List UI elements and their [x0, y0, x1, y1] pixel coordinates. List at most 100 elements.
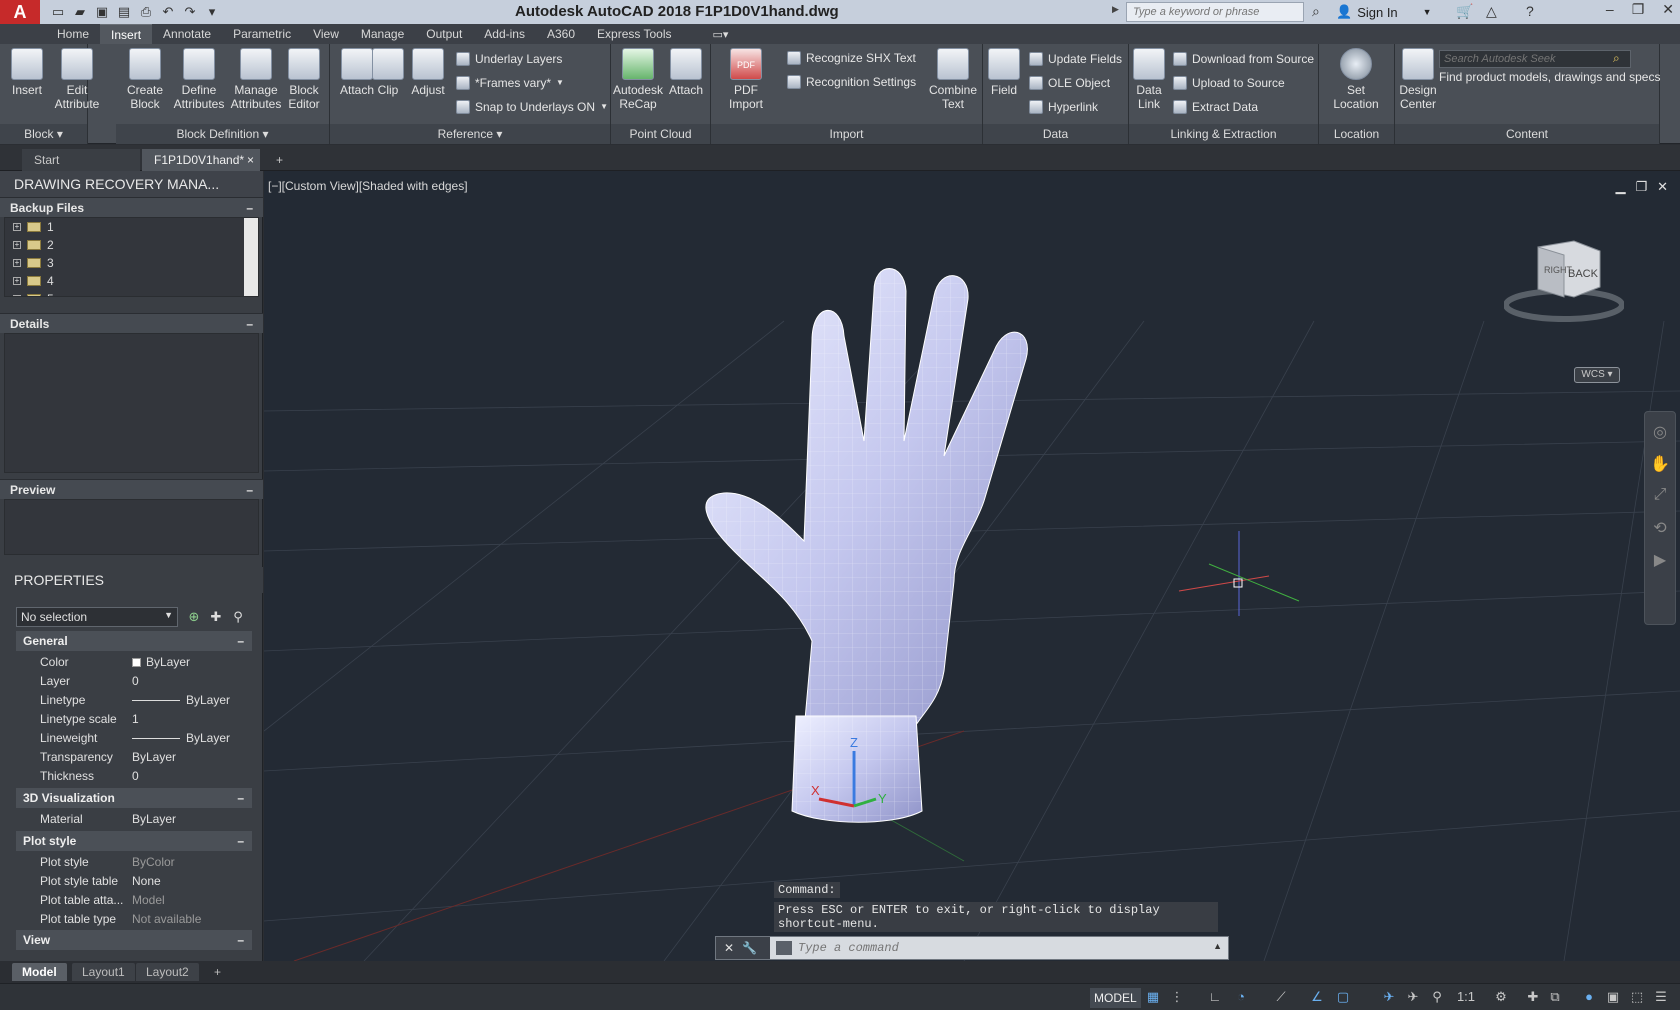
new-tab-button[interactable]: + — [270, 149, 294, 171]
model-space-toggle[interactable]: MODEL — [1090, 988, 1141, 1008]
tree-scrollbar[interactable] — [244, 218, 258, 296]
property-row-thickness[interactable]: Thickness 0 — [16, 767, 252, 786]
panel-title-location[interactable]: Location — [1319, 124, 1394, 144]
units-icon[interactable]: ⧉ — [1546, 989, 1564, 1007]
open-icon[interactable]: ▰ — [72, 4, 88, 20]
viewport-controls-label[interactable]: [−][Custom View][Shaded with edges] — [268, 179, 468, 193]
expand-icon[interactable]: + — [13, 277, 21, 285]
polar-tracking-icon[interactable]: ◔ — [1232, 989, 1250, 1007]
workspace-gear-icon[interactable]: ⚙ — [1492, 989, 1510, 1007]
details-header[interactable]: Details – — [0, 313, 263, 333]
selection-dropdown[interactable]: No selection ▼ — [16, 607, 178, 627]
zoom-extents-icon[interactable]: ⤢ — [1649, 486, 1671, 508]
binoculars-icon[interactable]: ⌕ — [1312, 3, 1320, 20]
clip-button[interactable]: Clip — [368, 48, 408, 97]
backup-file-item[interactable]: +5 — [5, 290, 258, 296]
annotation-scale-icon[interactable]: ⚲ — [1428, 989, 1446, 1007]
create-block-button[interactable]: Create Block — [118, 48, 172, 111]
auto-scale-icon[interactable]: ✈ — [1404, 989, 1422, 1007]
expand-icon[interactable]: + — [13, 241, 21, 249]
tab-drawing[interactable]: F1P1D0V1hand* × — [142, 149, 260, 171]
adjust-button[interactable]: Adjust — [406, 48, 450, 97]
viewcube[interactable]: RIGHT BACK — [1504, 240, 1624, 322]
set-location-button[interactable]: Set Location — [1329, 48, 1383, 111]
redo-icon[interactable]: ↷ — [182, 4, 198, 20]
collapse-icon[interactable]: – — [237, 930, 244, 950]
steering-wheel-icon[interactable]: ◎ — [1649, 422, 1671, 444]
property-row-plot-table-type[interactable]: Plot table type Not available — [16, 910, 252, 929]
new-icon[interactable]: ▭ — [50, 4, 66, 20]
tab-layout2[interactable]: Layout2 — [136, 963, 199, 981]
sign-in-button[interactable]: 👤 Sign In ▼ — [1336, 4, 1432, 20]
quick-select-icon[interactable]: ⚲ — [230, 609, 246, 625]
isodraft-icon[interactable]: ⟋ — [1272, 989, 1290, 1007]
print-icon[interactable]: ⎙ — [138, 4, 154, 20]
close-command-line-icon[interactable]: ✕ — [724, 941, 734, 955]
property-row-layer[interactable]: Layer 0 — [16, 672, 252, 691]
customization-menu-icon[interactable]: ☰ — [1652, 989, 1670, 1007]
customize-wrench-icon[interactable]: 🔧 — [742, 941, 757, 955]
collapse-icon[interactable]: – — [246, 198, 253, 218]
backup-file-item[interactable]: +1 — [5, 218, 258, 236]
upload-to-source-button[interactable]: Upload to Source — [1173, 73, 1285, 93]
extract-data-button[interactable]: Extract Data — [1173, 97, 1258, 117]
edit-attribute-button[interactable]: Edit Attribute — [48, 48, 106, 111]
pan-icon[interactable]: ✋ — [1649, 454, 1671, 476]
insert-button[interactable]: Insert — [0, 48, 54, 97]
underlay-layers-button[interactable]: Underlay Layers — [456, 49, 562, 69]
property-row-plot-style[interactable]: Plot style ByColor — [16, 853, 252, 872]
backup-file-item[interactable]: +3 — [5, 254, 258, 272]
close-tab-icon[interactable]: × — [247, 149, 254, 171]
panel-title-content[interactable]: Content — [1395, 124, 1659, 144]
collapse-icon[interactable]: – — [237, 831, 244, 851]
wcs-menu[interactable]: WCS ▾ — [1574, 367, 1620, 383]
autodesk-recap-button[interactable]: Autodesk ReCap — [611, 48, 665, 111]
snap-mode-icon[interactable]: ⋮ — [1168, 989, 1186, 1007]
download-from-source-button[interactable]: Download from Source — [1173, 49, 1314, 69]
seek-search-icon[interactable]: ⌕ — [1613, 51, 1620, 66]
keyword-search-input[interactable] — [1126, 2, 1304, 22]
data-link-button[interactable]: Data Link — [1129, 48, 1169, 111]
autodesk-seek-search-input[interactable] — [1439, 50, 1631, 68]
panel-title-block[interactable]: Block ▾ — [0, 124, 87, 144]
tab-start[interactable]: Start — [22, 149, 140, 171]
collapse-icon[interactable]: – — [237, 631, 244, 651]
hand-3d-model[interactable] — [705, 268, 1028, 823]
restore-icon[interactable]: ❐ — [1632, 1, 1645, 18]
tab-annotate[interactable]: Annotate — [152, 24, 222, 44]
define-attributes-button[interactable]: Define Attributes — [172, 48, 226, 111]
tab-parametric[interactable]: Parametric — [222, 24, 302, 44]
model-space-canvas[interactable]: Z Y X — [264, 171, 1680, 961]
help-icon[interactable]: ? — [1526, 3, 1534, 19]
search-expand-icon[interactable]: ▶ — [1112, 4, 1122, 15]
showmotion-icon[interactable]: ▶ — [1649, 550, 1671, 572]
viewcube-back-face[interactable]: BACK — [1568, 268, 1599, 280]
panel-title-block-definition[interactable]: Block Definition ▾ — [116, 124, 329, 144]
panel-title-point-cloud[interactable]: Point Cloud — [611, 124, 710, 144]
tab-express-tools[interactable]: Express Tools — [586, 24, 682, 44]
property-row-material[interactable]: Material ByLayer — [16, 810, 252, 829]
tab-home[interactable]: Home — [46, 24, 100, 44]
backup-file-item[interactable]: +4 — [5, 272, 258, 290]
expand-icon[interactable]: + — [13, 259, 21, 267]
expand-icon[interactable]: + — [13, 295, 21, 296]
recognition-settings-button[interactable]: Recognition Settings — [787, 72, 916, 92]
ribbon-minimize-icon[interactable]: ▭▾ — [713, 28, 729, 41]
qat-customize-icon[interactable]: ▾ — [204, 4, 220, 20]
object-snap-icon[interactable]: ▢ — [1334, 989, 1352, 1007]
tab-output[interactable]: Output — [415, 24, 473, 44]
object-snap-tracking-icon[interactable]: ∠ — [1308, 989, 1326, 1007]
tab-add-ins[interactable]: Add-ins — [473, 24, 536, 44]
update-fields-button[interactable]: Update Fields — [1029, 49, 1122, 69]
save-icon[interactable]: ▣ — [94, 4, 110, 20]
orbit-icon[interactable]: ⟲ — [1649, 518, 1671, 540]
save-as-icon[interactable]: ▤ — [116, 4, 132, 20]
tab-layout1[interactable]: Layout1 — [72, 963, 135, 981]
backup-files-header[interactable]: Backup Files – — [0, 197, 263, 217]
expand-icon[interactable]: + — [13, 223, 21, 231]
property-row-linetype[interactable]: Linetype ByLayer — [16, 691, 252, 710]
restore-viewport-icon[interactable]: ❐ — [1635, 179, 1647, 195]
block-editor-button[interactable]: Block Editor — [280, 48, 328, 111]
property-row-linetype-scale[interactable]: Linetype scale 1 — [16, 710, 252, 729]
minimize-viewport-icon[interactable]: ▁ — [1615, 179, 1625, 195]
